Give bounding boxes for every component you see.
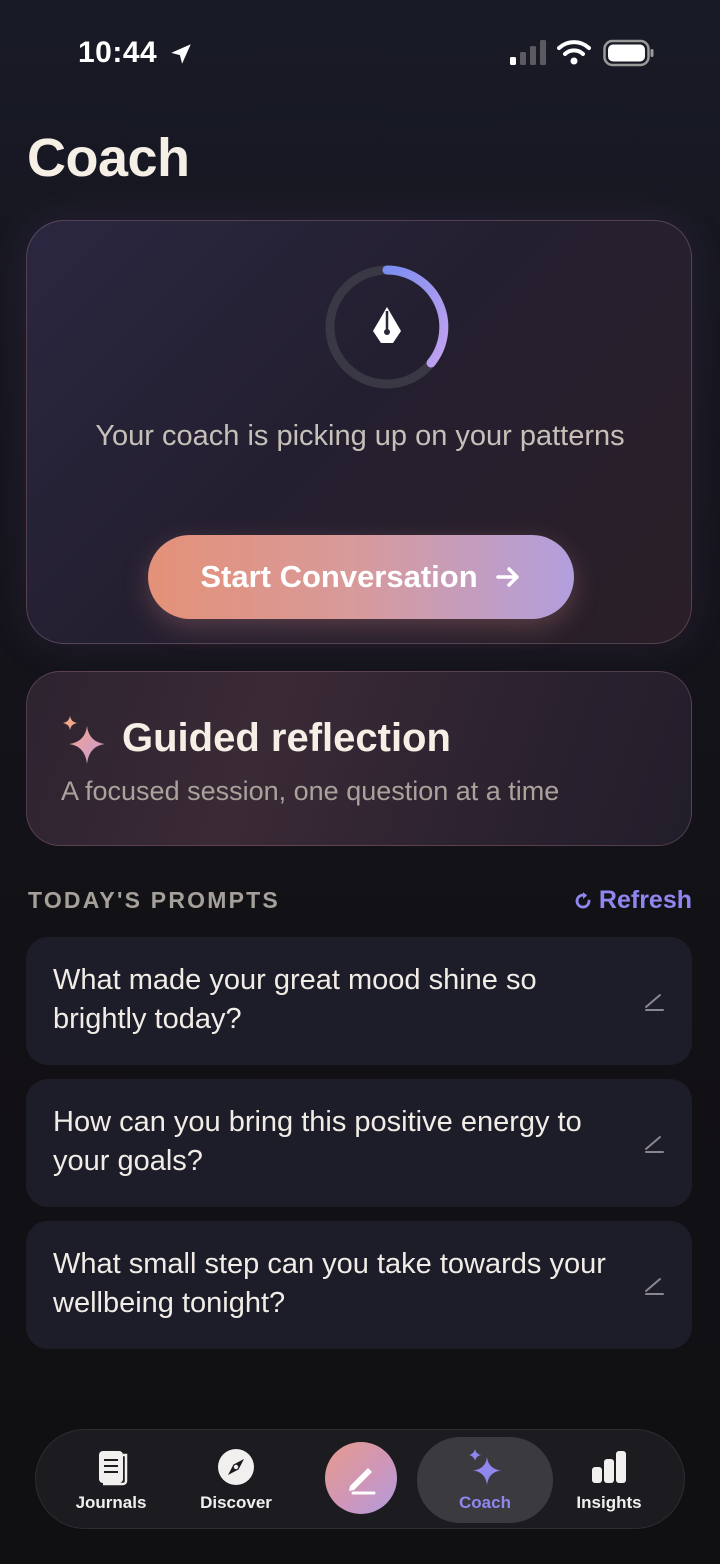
prompt-text: What made your great mood shine so brigh… <box>53 964 537 1035</box>
bar-chart-icon <box>592 1451 626 1483</box>
coach-message: Your coach is picking up on your pattern… <box>95 420 625 452</box>
location-arrow-icon <box>171 44 191 64</box>
pen-icon <box>349 1468 376 1495</box>
page-title: Coach <box>27 128 190 188</box>
tab-discover[interactable]: Discover <box>191 1430 281 1530</box>
pen-icon <box>645 1136 664 1153</box>
tab-label: Insights <box>576 1493 642 1512</box>
prompt-card[interactable]: What made your great mood shine so brigh… <box>26 937 692 1065</box>
prompt-text: What small step can you take towards you… <box>53 1248 606 1319</box>
prompt-card[interactable]: How can you bring this positive energy t… <box>26 1079 692 1207</box>
arrow-right-icon <box>495 567 519 587</box>
pen-icon <box>645 994 664 1011</box>
guided-reflection-card[interactable]: Guided reflection A focused session, one… <box>26 671 692 846</box>
guided-reflection-subtitle: A focused session, one question at a tim… <box>61 776 560 806</box>
sparkle-icon <box>63 716 105 764</box>
prompt-card[interactable]: What small step can you take towards you… <box>26 1221 692 1349</box>
cellular-signal-icon <box>510 40 546 65</box>
guided-reflection-title: Guided reflection <box>122 716 451 760</box>
status-bar: 10:44 <box>0 0 720 104</box>
compose-button[interactable] <box>325 1442 397 1514</box>
coach-progress-ring-icon <box>325 265 449 389</box>
battery-icon <box>603 39 654 67</box>
start-conversation-label: Start Conversation <box>200 559 478 594</box>
refresh-button[interactable]: Refresh <box>573 886 692 915</box>
status-time: 10:44 <box>78 36 158 69</box>
pen-icon <box>645 1278 664 1295</box>
wifi-icon <box>557 40 591 65</box>
tab-insights[interactable]: Insights <box>566 1430 652 1530</box>
journal-icon <box>99 1451 128 1486</box>
tab-coach[interactable]: Coach <box>417 1430 553 1530</box>
tab-bar: Journals Discover Coach Insights <box>35 1429 685 1529</box>
sparkle-icon <box>469 1449 501 1485</box>
tab-label: Coach <box>459 1493 511 1512</box>
refresh-icon <box>575 891 591 908</box>
start-conversation-button[interactable]: Start Conversation <box>148 535 574 619</box>
tab-label: Journals <box>75 1493 147 1512</box>
prompt-text: How can you bring this positive energy t… <box>53 1106 582 1177</box>
coach-card: Your coach is picking up on your pattern… <box>26 220 692 644</box>
compass-icon <box>218 1449 254 1485</box>
tab-label: Discover <box>200 1493 272 1512</box>
refresh-label: Refresh <box>598 886 692 914</box>
tab-journals[interactable]: Journals <box>66 1430 156 1530</box>
prompts-section-label: TODAY'S PROMPTS <box>28 887 280 913</box>
